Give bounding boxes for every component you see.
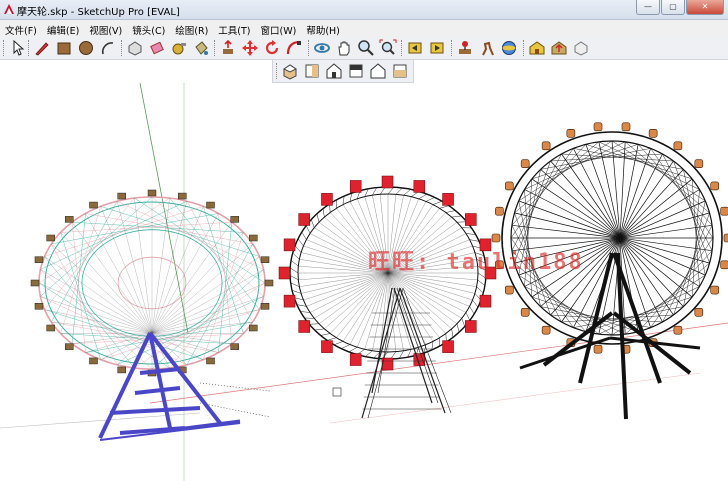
left-view-icon[interactable] bbox=[391, 62, 409, 80]
share-component-icon[interactable] bbox=[572, 39, 590, 57]
follow-me-icon[interactable] bbox=[285, 39, 303, 57]
rectangle-icon[interactable] bbox=[55, 39, 73, 57]
menu-file[interactable]: 文件(F) bbox=[0, 20, 42, 37]
right-view-icon[interactable] bbox=[347, 62, 365, 80]
make-component-icon[interactable] bbox=[126, 39, 144, 57]
front-view-icon[interactable] bbox=[325, 62, 343, 80]
views-toolbar bbox=[272, 60, 414, 83]
minimize-button[interactable]: — bbox=[636, 0, 660, 15]
menu-bar: 文件(F) 编辑(E) 视图(V) 镜头(C) 绘图(R) 工具(T) 窗口(W… bbox=[0, 20, 728, 37]
close-button[interactable]: ✕ bbox=[686, 0, 724, 15]
maximize-button[interactable]: ▢ bbox=[661, 0, 685, 15]
menu-view[interactable]: 视图(V) bbox=[84, 20, 127, 37]
title-bar: 摩天轮.skp - SketchUp Pro [EVAL] — ▢ ✕ bbox=[0, 0, 728, 20]
rotate-icon[interactable] bbox=[263, 39, 281, 57]
menu-window[interactable]: 窗口(W) bbox=[256, 20, 302, 37]
menu-camera[interactable]: 镜头(C) bbox=[127, 20, 170, 37]
iso-view-icon[interactable] bbox=[281, 62, 299, 80]
look-around-icon[interactable] bbox=[500, 39, 518, 57]
circle-icon[interactable] bbox=[77, 39, 95, 57]
orbit-icon[interactable] bbox=[313, 39, 331, 57]
tape-measure-icon[interactable] bbox=[170, 39, 188, 57]
top-view-icon[interactable] bbox=[303, 62, 321, 80]
get-models-icon[interactable] bbox=[528, 39, 546, 57]
toolbar-grip[interactable] bbox=[3, 40, 6, 56]
share-model-icon[interactable] bbox=[550, 39, 568, 57]
menu-tools[interactable]: 工具(T) bbox=[213, 20, 255, 37]
menu-help[interactable]: 帮助(H) bbox=[301, 20, 345, 37]
zoom-icon[interactable] bbox=[357, 39, 375, 57]
position-camera-icon[interactable] bbox=[456, 39, 474, 57]
views-toolbar-grip[interactable] bbox=[276, 63, 279, 79]
paint-bucket-icon[interactable] bbox=[192, 39, 210, 57]
zoom-extents-icon[interactable] bbox=[379, 39, 397, 57]
eraser-icon[interactable] bbox=[148, 39, 166, 57]
previous-view-icon[interactable] bbox=[406, 39, 424, 57]
pan-icon[interactable] bbox=[335, 39, 353, 57]
walk-icon[interactable] bbox=[478, 39, 496, 57]
select-icon[interactable] bbox=[8, 39, 26, 57]
pencil-icon[interactable] bbox=[33, 39, 51, 57]
back-view-icon[interactable] bbox=[369, 62, 387, 80]
menu-edit[interactable]: 编辑(E) bbox=[42, 20, 84, 37]
watermark-text: 旺旺: taulin188 bbox=[368, 250, 584, 275]
sketchup-app-icon[interactable] bbox=[3, 3, 15, 15]
ferris-wheel-scene bbox=[0, 83, 728, 481]
next-view-icon[interactable] bbox=[428, 39, 446, 57]
arc-icon[interactable] bbox=[99, 39, 117, 57]
move-icon[interactable] bbox=[241, 39, 259, 57]
main-toolbar bbox=[0, 37, 728, 60]
model-viewport[interactable]: 旺旺: taulin188 bbox=[0, 83, 728, 481]
push-pull-icon[interactable] bbox=[219, 39, 237, 57]
window-title: 摩天轮.skp - SketchUp Pro [EVAL] bbox=[17, 7, 180, 18]
menu-draw[interactable]: 绘图(R) bbox=[170, 20, 213, 37]
